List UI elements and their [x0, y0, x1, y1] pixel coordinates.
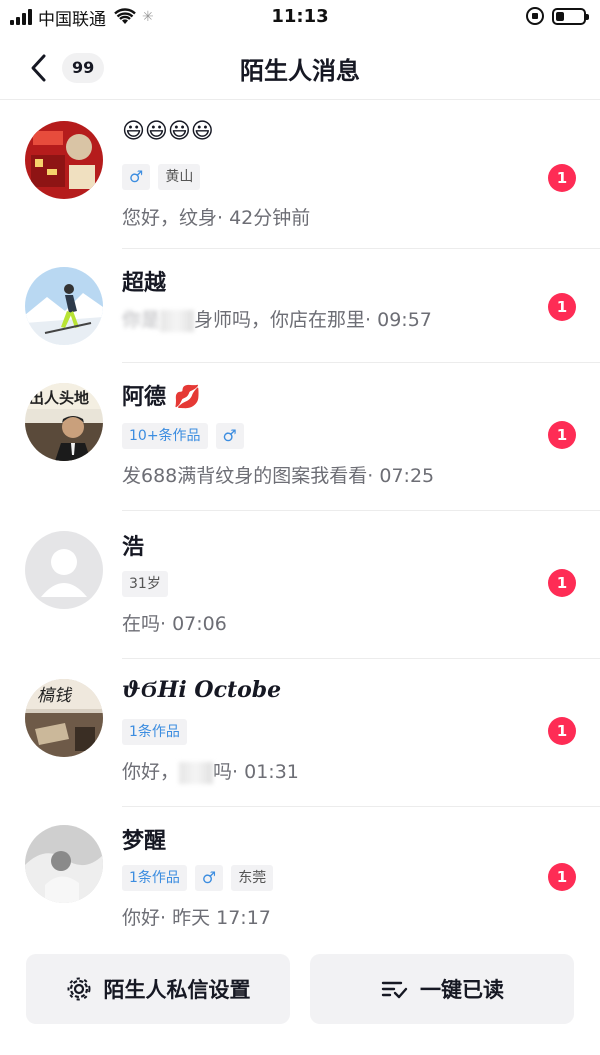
- tag-list: ♂ 黄山: [122, 164, 201, 190]
- message-text-end: 身师吗，你店在那里: [194, 309, 366, 331]
- message-time: · 昨天 17:17: [160, 907, 271, 929]
- message-text: 在吗: [122, 613, 161, 635]
- gender-tag: ♂: [215, 423, 244, 449]
- message-time: · 07:06: [160, 613, 227, 635]
- location-tag: 东莞: [231, 865, 274, 891]
- list-item-body: 浩 31岁 在吗· 07:06 1: [122, 511, 600, 659]
- message-preview: 在吗· 07:06: [122, 609, 227, 636]
- message-text-start: 你好，: [122, 761, 180, 783]
- list-item[interactable]: 梦醒 1条作品 ♂ 东莞 你好· 昨天 17:17 1: [0, 807, 600, 949]
- avatar-image: [25, 121, 103, 199]
- contact-name: 梦醒: [122, 829, 167, 854]
- contact-name: 浩: [122, 535, 145, 560]
- works-count-tag: 10+条作品: [122, 423, 208, 449]
- svg-text:出人头地: 出人头地: [29, 389, 89, 407]
- tag-list: 31岁: [122, 571, 168, 597]
- gear-icon: [67, 977, 90, 1001]
- unread-badge: 1: [548, 421, 576, 449]
- unread-badge: 1: [548, 293, 576, 321]
- works-count-tag: 1条作品: [122, 865, 187, 891]
- list-item-body: 梦醒 1条作品 ♂ 东莞 你好· 昨天 17:17 1: [122, 807, 600, 949]
- contact-name: ϑϬHi Octobe: [122, 677, 282, 703]
- list-item-body: 😃😃😃😃 ♂ 黄山 您好，纹身· 42分钟前 1: [122, 101, 600, 249]
- status-time: 11:13: [271, 6, 329, 27]
- works-count-tag: 1条作品: [122, 719, 187, 745]
- redacted-text: [179, 761, 214, 784]
- message-preview: 你好· 昨天 17:17: [122, 903, 271, 930]
- avatar[interactable]: 槁钱: [25, 679, 103, 757]
- avatar-image: [25, 267, 103, 345]
- list-item[interactable]: 出人头地 阿德 💋 10+条作品 ♂ 发688满背纹身的图案我看看· 07:25…: [0, 363, 600, 511]
- settings-label: 陌生人私信设置: [103, 978, 251, 1002]
- list-item-body: 阿德 💋 10+条作品 ♂ 发688满背纹身的图案我看看· 07:25 1: [122, 363, 600, 511]
- contact-name: 阿德 💋: [122, 385, 202, 410]
- location-tag: 黄山: [158, 164, 201, 190]
- svg-text:槁钱: 槁钱: [37, 686, 73, 706]
- message-text: 您好，纹身: [122, 207, 218, 229]
- list-item-body: ϑϬHi Octobe 1条作品 你好， 吗· 01:31 1: [122, 659, 600, 807]
- age-tag: 31岁: [122, 571, 168, 597]
- status-bar-right: [526, 7, 589, 25]
- avatar[interactable]: [25, 825, 103, 903]
- unread-badge: 1: [548, 863, 576, 891]
- message-text-start: 你是: [122, 309, 161, 331]
- list-item[interactable]: 😃😃😃😃 ♂ 黄山 您好，纹身· 42分钟前 1: [0, 101, 600, 249]
- rotation-lock-icon: [526, 7, 544, 25]
- gender-tag: ♂: [122, 164, 151, 190]
- stranger-dm-settings-button[interactable]: 陌生人私信设置: [26, 954, 290, 1024]
- list-item[interactable]: 浩 31岁 在吗· 07:06 1: [0, 511, 600, 659]
- redacted-text: [160, 309, 195, 332]
- battery-icon: [552, 7, 589, 25]
- tag-list: 1条作品 ♂ 东莞: [122, 865, 274, 891]
- nav-header: 99 陌生人消息: [0, 36, 600, 100]
- avatar[interactable]: [25, 267, 103, 345]
- unread-badge: 1: [548, 164, 576, 192]
- message-time: · 01:31: [232, 761, 299, 783]
- avatar-image: 槁钱: [25, 679, 103, 757]
- page-title: 陌生人消息: [240, 57, 360, 85]
- message-time: · 09:57: [365, 309, 432, 331]
- message-preview: 发688满背纹身的图案我看看· 07:25: [122, 461, 434, 488]
- avatar-image: 出人头地: [25, 383, 103, 461]
- tag-list: 10+条作品 ♂: [122, 423, 244, 449]
- list-item-body: 超越 你是 身师吗，你店在那里· 09:57 1: [122, 249, 600, 363]
- avatar[interactable]: [25, 121, 103, 199]
- message-preview: 您好，纹身· 42分钟前: [122, 203, 310, 230]
- avatar-image: [25, 825, 103, 903]
- message-text: 你好: [122, 907, 161, 929]
- message-text-end: 吗: [213, 761, 233, 783]
- message-list: 😃😃😃😃 ♂ 黄山 您好，纹身· 42分钟前 1 超越 你是 身师吗，你店在那里…: [0, 101, 600, 949]
- list-item[interactable]: 超越 你是 身师吗，你店在那里· 09:57 1: [0, 249, 600, 363]
- message-time: · 42分钟前: [217, 207, 311, 229]
- avatar[interactable]: 出人头地: [25, 383, 103, 461]
- mark-all-read-button[interactable]: 一键已读: [310, 954, 574, 1024]
- list-check-icon: [381, 981, 408, 999]
- contact-name: 超越: [122, 271, 167, 296]
- message-time: · 07:25: [367, 465, 435, 487]
- tag-list: 1条作品: [122, 719, 187, 745]
- default-avatar-icon: [25, 531, 103, 609]
- message-preview: 你好， 吗· 01:31: [122, 757, 299, 784]
- unread-badge: 1: [548, 717, 576, 745]
- avatar[interactable]: [25, 531, 103, 609]
- bottom-action-bar: 陌生人私信设置 一键已读: [0, 950, 600, 1055]
- unread-badge: 1: [548, 569, 576, 597]
- mark-read-label: 一键已读: [420, 978, 504, 1002]
- contact-name: 😃😃😃😃: [122, 119, 214, 144]
- message-text: 发688满背纹身的图案我看看: [122, 465, 368, 487]
- status-bar: 中国联通 ✳ 11:13: [0, 0, 600, 36]
- message-preview: 你是 身师吗，你店在那里· 09:57: [122, 305, 432, 332]
- list-item[interactable]: 槁钱 ϑϬHi Octobe 1条作品 你好， 吗· 01:31 1: [0, 659, 600, 807]
- gender-tag: ♂: [194, 865, 224, 891]
